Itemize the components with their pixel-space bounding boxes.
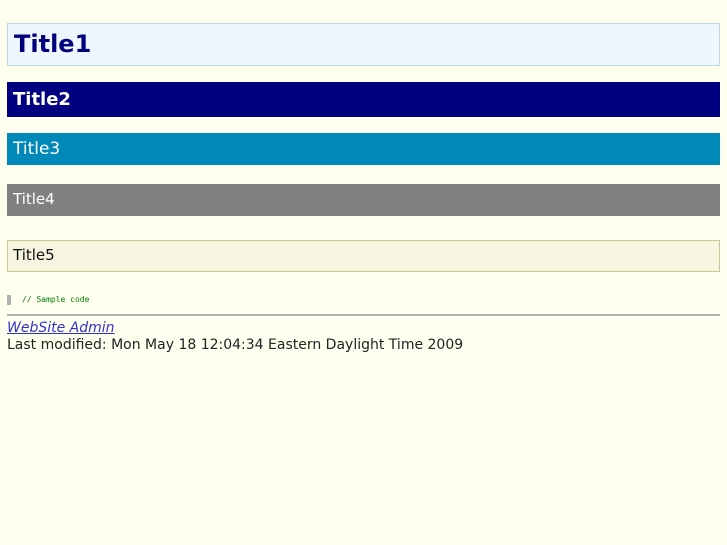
website-admin-link[interactable]: WebSite Admin [7, 320, 115, 336]
heading-title1: Title1 [7, 23, 720, 66]
heading-title2: Title2 [7, 82, 720, 117]
footer: WebSite Admin Last modified: Mon May 18 … [7, 320, 720, 354]
code-sample-text: // Sample code [22, 295, 90, 304]
last-modified-text: Last modified: Mon May 18 12:04:34 Easte… [7, 337, 464, 353]
heading-title3: Title3 [7, 133, 720, 165]
code-sample-block: // Sample code [7, 295, 720, 305]
page-content: Title1 Title2 Title3 Title4 Title5 // Sa… [7, 23, 720, 354]
heading-title5: Title5 [7, 240, 720, 272]
heading-title4: Title4 [7, 184, 720, 216]
horizontal-divider [7, 314, 720, 316]
